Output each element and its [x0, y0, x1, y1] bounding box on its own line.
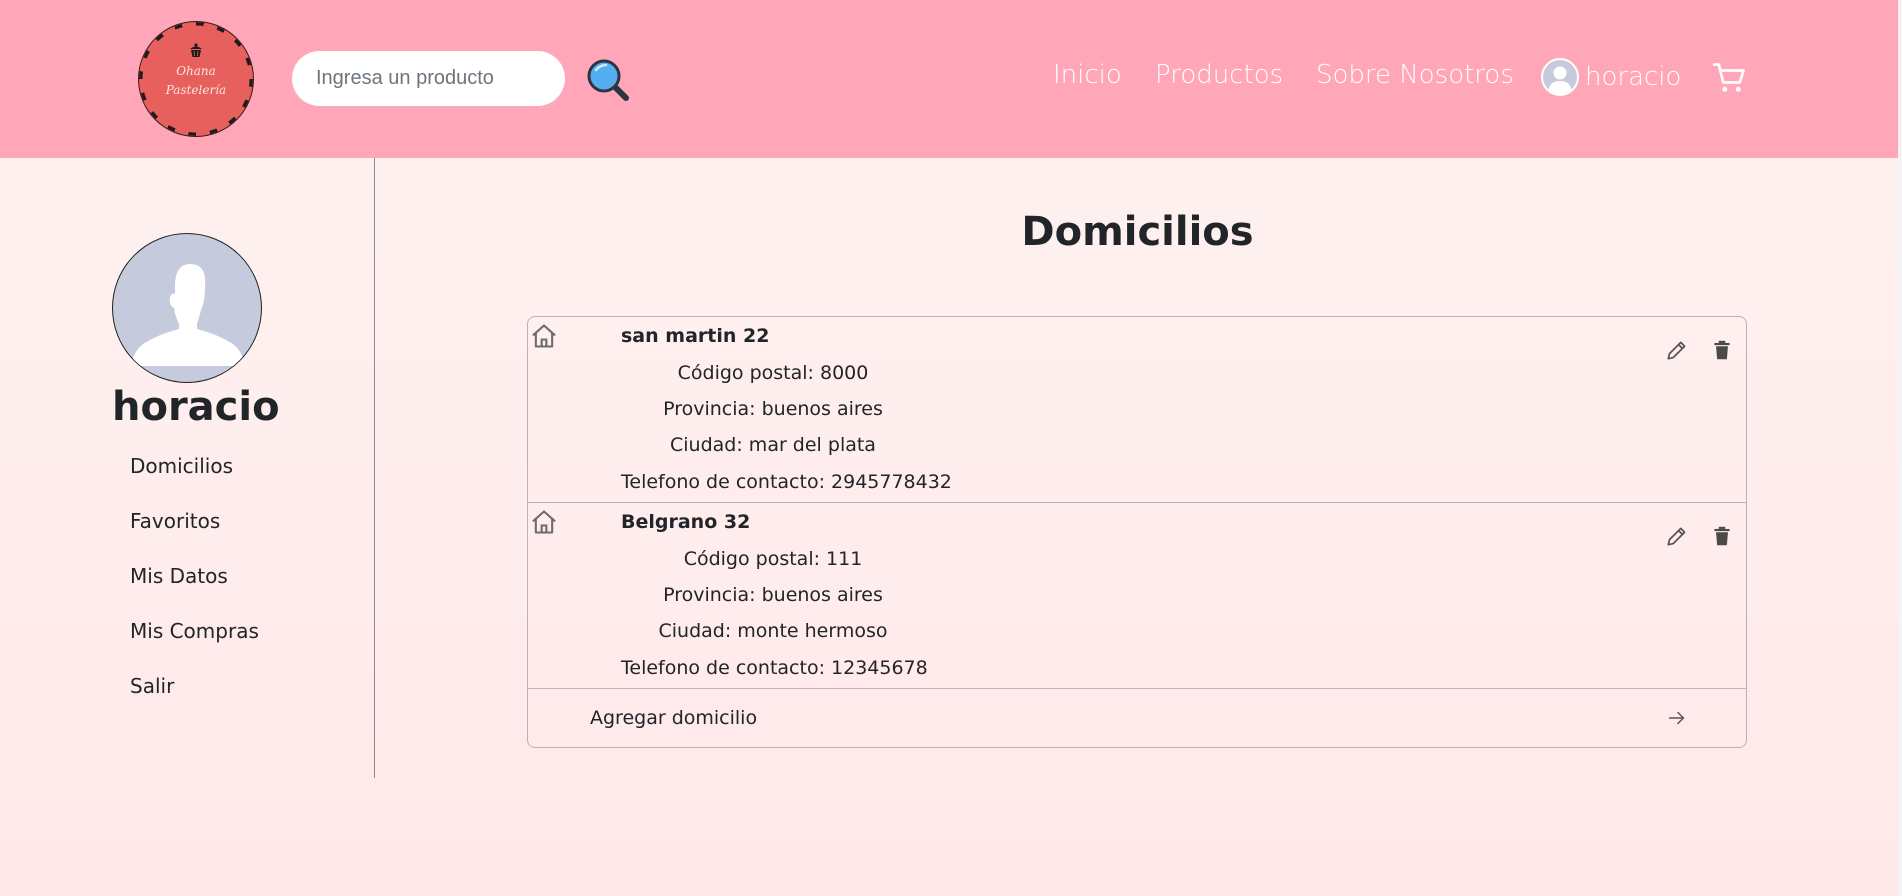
add-address-row[interactable]: Agregar domicilio: [528, 689, 1746, 747]
delete-address-button[interactable]: [1709, 523, 1735, 549]
search-button[interactable]: [584, 56, 632, 104]
address-street: Belgrano 32: [621, 511, 751, 533]
address-card: san martin 22 Código postal: 8000 Provin…: [528, 317, 1746, 503]
delete-address-button[interactable]: [1709, 337, 1735, 363]
home-icon: [532, 510, 556, 534]
page-title: Domicilios: [1021, 209, 1254, 255]
logo[interactable]: Ohana Pastelería: [139, 22, 253, 136]
pencil-icon: [1667, 527, 1686, 546]
cupcake-icon: [190, 43, 202, 57]
address-province: Provincia: buenos aires: [663, 398, 883, 420]
address-province: Provincia: buenos aires: [663, 584, 883, 606]
address-city: Ciudad: monte hermoso: [658, 620, 888, 642]
sidebar-item-favoritos[interactable]: Favoritos: [130, 509, 259, 564]
address-postal-code: Código postal: 8000: [677, 362, 869, 384]
sidebar-item-salir[interactable]: Salir: [130, 674, 259, 729]
user-avatar-icon: [1541, 58, 1579, 96]
sidebar-item-domicilios[interactable]: Domicilios: [130, 454, 259, 509]
edit-address-button[interactable]: [1664, 523, 1690, 549]
arrow-right-icon: [1668, 711, 1685, 725]
cart-icon: [1712, 63, 1745, 92]
profile-avatar: [112, 233, 262, 383]
sidebar-item-mis-compras[interactable]: Mis Compras: [130, 619, 259, 674]
pencil-icon: [1667, 341, 1686, 360]
page-edge: [1898, 0, 1902, 896]
cart-button[interactable]: [1712, 60, 1748, 96]
logo-line-2: Pastelería: [165, 83, 227, 97]
trash-icon: [1714, 526, 1730, 546]
address-phone: Telefono de contacto: 12345678: [621, 657, 928, 679]
add-address-label: Agregar domicilio: [590, 707, 758, 729]
nav-sobre-nosotros[interactable]: Sobre Nosotros: [1316, 60, 1514, 90]
nav-user[interactable]: horacio: [1541, 58, 1681, 96]
address-list: san martin 22 Código postal: 8000 Provin…: [527, 316, 1747, 748]
sidebar-divider: [374, 158, 375, 778]
search-icon: [587, 59, 629, 101]
profile-name: horacio: [112, 384, 280, 430]
nav-inicio[interactable]: Inicio: [1053, 60, 1122, 90]
nav-productos[interactable]: Productos: [1155, 60, 1283, 90]
edit-address-button[interactable]: [1664, 337, 1690, 363]
home-icon: [532, 324, 556, 348]
sidebar-item-mis-datos[interactable]: Mis Datos: [130, 564, 259, 619]
header: Ohana Pastelería Inicio Productos Sobre …: [0, 0, 1898, 158]
address-postal-code: Código postal: 111: [683, 548, 863, 570]
address-city: Ciudad: mar del plata: [670, 434, 876, 456]
trash-icon: [1714, 340, 1730, 360]
address-street: san martin 22: [621, 325, 770, 347]
logo-line-1: Ohana: [176, 64, 216, 78]
sidebar-menu: Domicilios Favoritos Mis Datos Mis Compr…: [130, 454, 259, 729]
address-phone: Telefono de contacto: 2945778432: [621, 471, 952, 493]
nav-user-name: horacio: [1585, 62, 1682, 92]
search-input[interactable]: [292, 51, 565, 106]
address-card: Belgrano 32 Código postal: 111 Provincia…: [528, 503, 1746, 689]
